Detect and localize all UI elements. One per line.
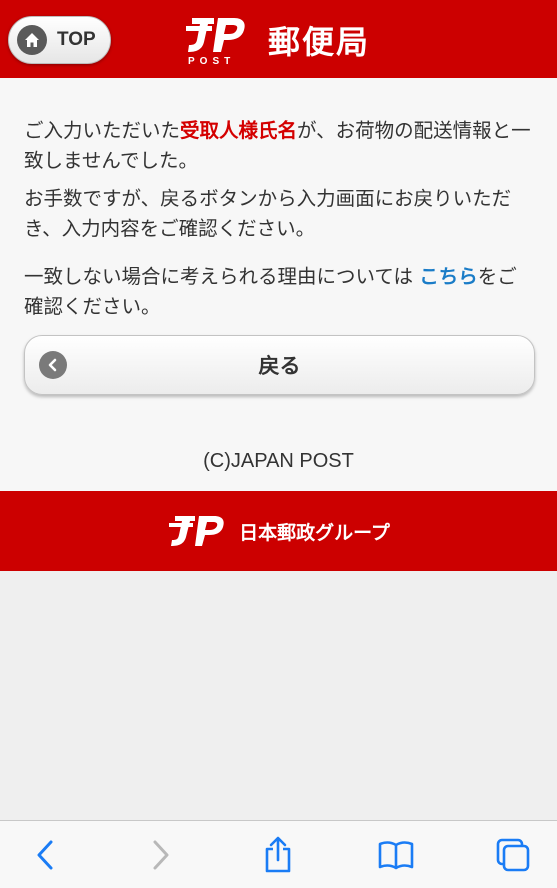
highlight-recipient-name: 受取人様氏名: [180, 119, 298, 142]
tabs-icon[interactable]: [493, 835, 533, 875]
group-name: 日本郵政グループ: [239, 521, 390, 544]
reason-link[interactable]: こちら: [419, 265, 478, 288]
jp-logo-icon: POST: [186, 18, 245, 66]
browser-toolbar: [0, 820, 557, 888]
brand-post-text: POST: [188, 56, 235, 66]
message-text: ご入力いただいた: [24, 119, 181, 142]
reason-message: 一致しない場合に考えられる理由については こちらをご確認ください。: [24, 262, 536, 322]
home-icon: [17, 25, 47, 55]
brand-title: 郵便局: [268, 23, 371, 61]
top-button-label: TOP: [57, 29, 96, 50]
message-text: 一致しない場合に考えられる理由については: [24, 265, 420, 288]
mismatch-message: ご入力いただいた受取人様氏名が、お荷物の配送情報と一致しませんでした。: [24, 116, 536, 176]
jp-logo-icon: [169, 516, 224, 546]
top-button[interactable]: TOP: [8, 16, 111, 64]
back-button[interactable]: 戻る: [24, 335, 535, 395]
header-bar: TOP POST 郵便局: [0, 0, 557, 78]
instruction-message: お手数ですが、戻るボタンから入力画面にお戻りいただき、入力内容をご確認ください。: [24, 187, 512, 240]
footer-band: 日本郵政グループ: [0, 491, 557, 571]
bookmarks-icon[interactable]: [376, 835, 416, 875]
share-icon[interactable]: [258, 835, 298, 875]
japan-post-logo: POST 郵便局: [184, 14, 370, 66]
forward-icon[interactable]: [140, 835, 180, 875]
main-content: ご入力いただいた受取人様氏名が、お荷物の配送情報と一致しませんでした。 お手数で…: [0, 78, 557, 491]
back-icon[interactable]: [26, 835, 66, 875]
copyright-text: (C)JAPAN POST: [203, 450, 354, 472]
back-button-label: 戻る: [258, 354, 301, 378]
